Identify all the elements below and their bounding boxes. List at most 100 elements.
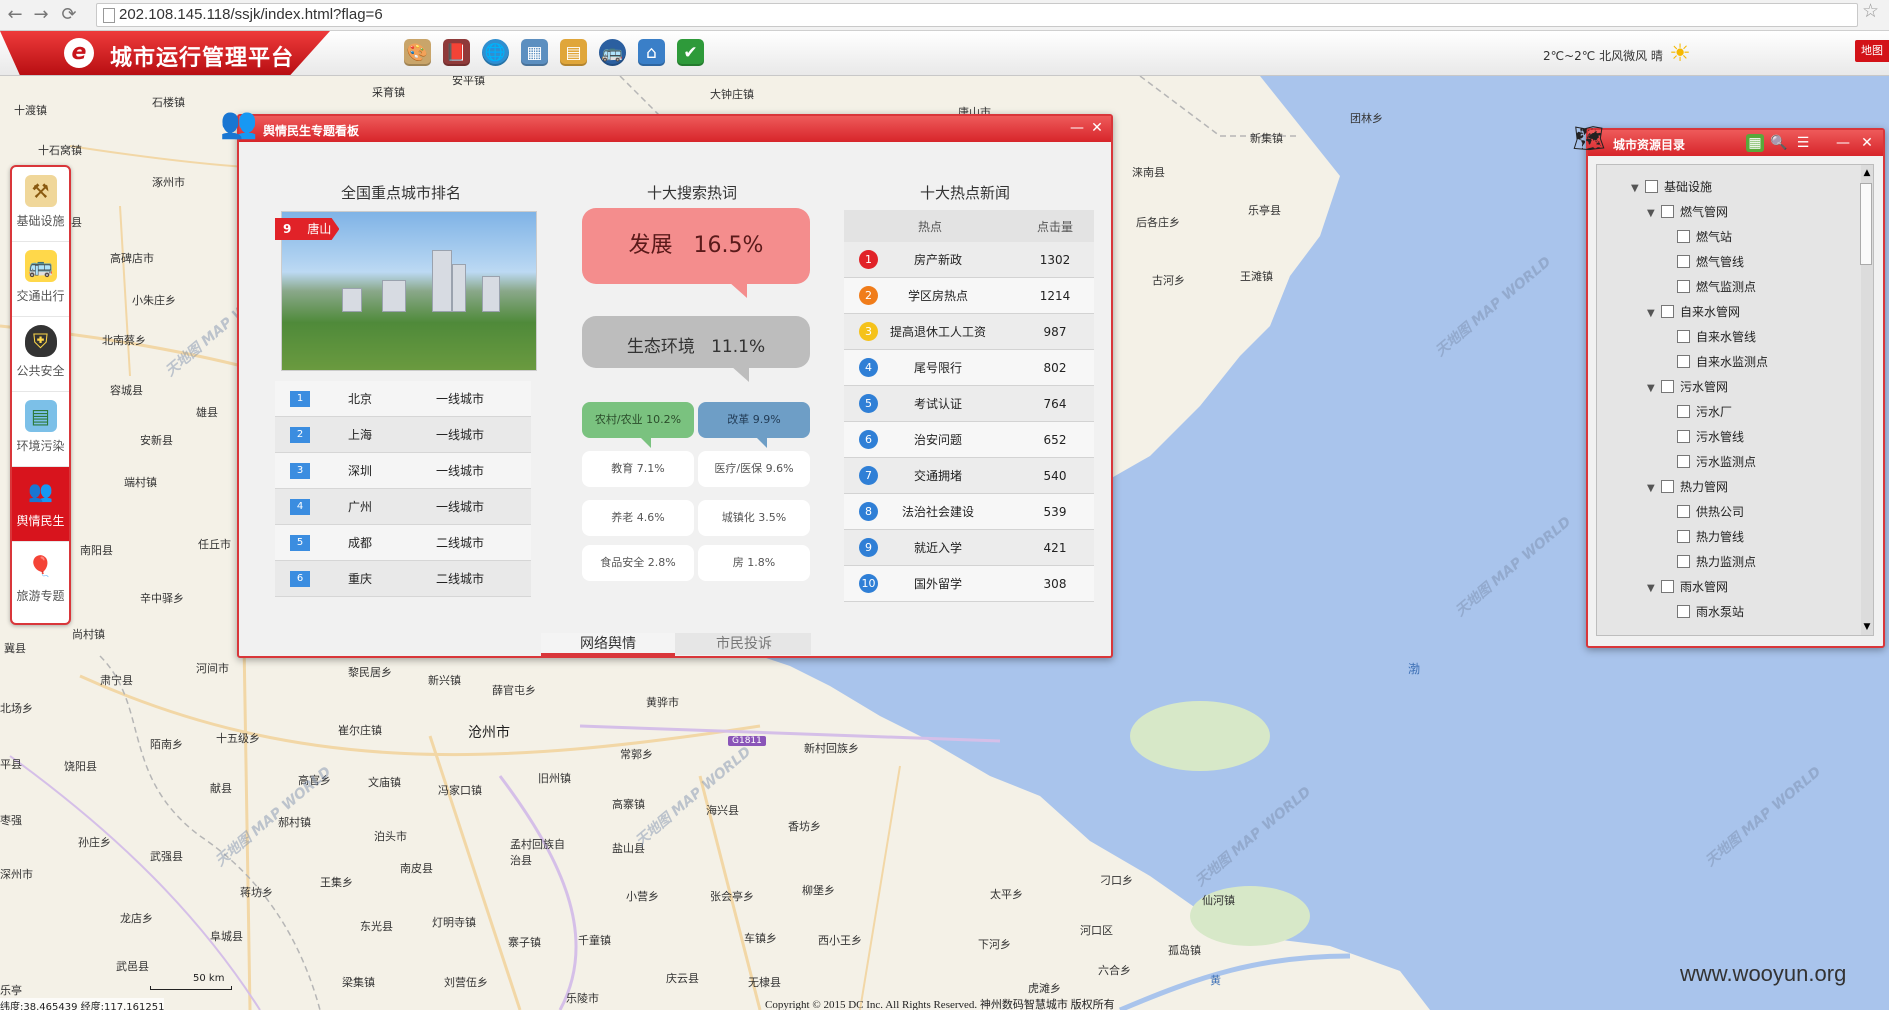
tree-checkbox[interactable] — [1677, 330, 1690, 343]
minimize-icon[interactable]: — — [1834, 134, 1852, 152]
tree-item[interactable]: ▼ 燃气管网 — [1647, 202, 1728, 222]
hotword-second[interactable]: 生态环境 11.1% — [582, 316, 810, 368]
expand-arrow-icon[interactable]: ▼ — [1647, 379, 1661, 399]
tree-checkbox[interactable] — [1677, 430, 1690, 443]
tree-checkbox[interactable] — [1661, 205, 1674, 218]
tree-checkbox[interactable] — [1677, 230, 1690, 243]
tree-item[interactable]: ▼ 热力管网 — [1647, 477, 1728, 497]
tree-item[interactable]: 燃气监测点 — [1663, 277, 1756, 297]
table-row[interactable]: 8 法治社会建设 539 — [844, 493, 1094, 530]
expand-arrow-icon[interactable]: ▼ — [1647, 579, 1661, 599]
map-button[interactable]: 地图 — [1855, 40, 1889, 62]
minimize-icon[interactable]: — — [1069, 120, 1085, 136]
home-icon[interactable]: ⌂ — [638, 39, 665, 66]
hotword-pair-1[interactable]: 农村/农业 10.2% — [582, 402, 694, 438]
sidebar-item-public-safety[interactable]: ⛨ 公共安全 — [12, 317, 69, 392]
panel-header[interactable]: 舆情民生专题看板 — ✕ — [239, 116, 1111, 142]
news-topic[interactable]: 学区房热点 — [878, 287, 998, 304]
bookmark-star-icon[interactable]: ☆ — [1862, 0, 1879, 22]
forward-icon[interactable]: → — [30, 4, 52, 26]
tree-checkbox[interactable] — [1661, 380, 1674, 393]
news-topic[interactable]: 交通拥堵 — [878, 467, 998, 484]
tree-item[interactable]: ▼ 基础设施 — [1631, 177, 1712, 197]
table-row[interactable]: 3 深圳 一线城市 — [275, 452, 531, 489]
tree-checkbox[interactable] — [1661, 305, 1674, 318]
reload-icon[interactable]: ⟳ — [58, 4, 80, 26]
bus-icon[interactable]: 🚌 — [599, 39, 626, 66]
back-icon[interactable]: ← — [4, 4, 26, 26]
tree-item[interactable]: 供热公司 — [1663, 502, 1744, 522]
scrollbar[interactable]: ▲ ▼ — [1860, 165, 1873, 635]
table-row[interactable]: 5 考试认证 764 — [844, 385, 1094, 422]
scroll-down-icon[interactable]: ▼ — [1862, 621, 1872, 633]
tree-item[interactable]: 污水管线 — [1663, 427, 1744, 447]
globe-icon[interactable]: 🌐 — [482, 39, 509, 66]
news-topic[interactable]: 提高退休工人工资 — [878, 323, 998, 340]
sidebar-item-infrastructure[interactable]: ⚒ 基础设施 — [12, 167, 69, 242]
sidebar-item-tourism[interactable]: 🎈 旅游专题 — [12, 542, 69, 616]
tree-item[interactable]: 热力管线 — [1663, 527, 1744, 547]
book-icon[interactable]: 📕 — [443, 39, 470, 66]
tree-checkbox[interactable] — [1677, 255, 1690, 268]
palette-icon[interactable]: 🎨 — [404, 39, 431, 66]
scroll-thumb[interactable] — [1860, 183, 1872, 265]
hotword-small[interactable]: 城镇化 3.5% — [698, 500, 810, 536]
table-row[interactable]: 2 上海 一线城市 — [275, 416, 531, 453]
address-bar[interactable]: 202.108.145.118/ssjk/index.html?flag=6 — [96, 3, 1858, 27]
hotword-small[interactable]: 食品安全 2.8% — [582, 545, 694, 581]
tree-checkbox[interactable] — [1677, 280, 1690, 293]
tree-checkbox[interactable] — [1677, 605, 1690, 618]
panel-header[interactable]: 城市资源目录 ▦ 🔍 ☰ — ✕ — [1588, 130, 1883, 156]
expand-arrow-icon[interactable]: ▼ — [1647, 204, 1661, 224]
tree-item[interactable]: 燃气管线 — [1663, 252, 1744, 272]
tab-online-opinion[interactable]: 网络舆情 — [541, 633, 675, 656]
table-row[interactable]: 4 广州 一线城市 — [275, 488, 531, 525]
tree-checkbox[interactable] — [1645, 180, 1658, 193]
table-row[interactable]: 6 治安问题 652 — [844, 421, 1094, 458]
close-icon[interactable]: ✕ — [1089, 120, 1105, 136]
scroll-up-icon[interactable]: ▲ — [1862, 167, 1872, 179]
news-topic[interactable]: 法治社会建设 — [878, 503, 998, 520]
hotword-small[interactable]: 养老 4.6% — [582, 500, 694, 536]
sidebar-item-public-opinion[interactable]: 👥 舆情民生 — [12, 467, 69, 542]
tree-checkbox[interactable] — [1677, 530, 1690, 543]
table-row[interactable]: 1 房产新政 1302 — [844, 242, 1094, 278]
checkbox-icon[interactable]: ✔ — [677, 39, 704, 66]
tree-item[interactable]: 自来水管线 — [1663, 327, 1756, 347]
close-icon[interactable]: ✕ — [1858, 134, 1876, 152]
news-topic[interactable]: 国外留学 — [878, 575, 998, 592]
search-icon[interactable]: 🔍 — [1770, 134, 1788, 152]
sidebar-item-environment[interactable]: ▤ 环境污染 — [12, 392, 69, 467]
tree-checkbox[interactable] — [1677, 505, 1690, 518]
window-icon[interactable]: ▦ — [521, 39, 548, 66]
layers-icon[interactable]: ▤ — [560, 39, 587, 66]
table-row[interactable]: 10 国外留学 308 — [844, 565, 1094, 602]
tree-item[interactable]: 热力监测点 — [1663, 552, 1756, 572]
expand-arrow-icon[interactable]: ▼ — [1631, 179, 1645, 199]
tree-item[interactable]: ▼ 污水管网 — [1647, 377, 1728, 397]
tree-checkbox[interactable] — [1661, 480, 1674, 493]
layer-tool-icon[interactable]: ▦ — [1746, 134, 1764, 152]
news-topic[interactable]: 考试认证 — [878, 395, 998, 412]
hotword-small[interactable]: 医疗/医保 9.6% — [698, 451, 810, 487]
tree-checkbox[interactable] — [1661, 580, 1674, 593]
expand-arrow-icon[interactable]: ▼ — [1647, 479, 1661, 499]
table-row[interactable]: 7 交通拥堵 540 — [844, 457, 1094, 494]
news-topic[interactable]: 治安问题 — [878, 431, 998, 448]
table-row[interactable]: 9 就近入学 421 — [844, 529, 1094, 566]
tree-checkbox[interactable] — [1677, 555, 1690, 568]
url-text[interactable]: 202.108.145.118/ssjk/index.html?flag=6 — [119, 6, 383, 23]
news-topic[interactable]: 尾号限行 — [878, 359, 998, 376]
tree-item[interactable]: ▼ 雨水管网 — [1647, 577, 1728, 597]
expand-arrow-icon[interactable]: ▼ — [1647, 304, 1661, 324]
table-row[interactable]: 5 成都 二线城市 — [275, 524, 531, 561]
tree-item[interactable]: 污水监测点 — [1663, 452, 1756, 472]
tree-item[interactable]: ▼ 自来水管网 — [1647, 302, 1740, 322]
tree-checkbox[interactable] — [1677, 405, 1690, 418]
news-topic[interactable]: 就近入学 — [878, 539, 998, 556]
table-row[interactable]: 2 学区房热点 1214 — [844, 277, 1094, 314]
tab-citizen-complaints[interactable]: 市民投诉 — [677, 633, 811, 653]
tree-checkbox[interactable] — [1677, 355, 1690, 368]
table-row[interactable]: 6 重庆 二线城市 — [275, 560, 531, 597]
hotword-small[interactable]: 房 1.8% — [698, 545, 810, 581]
